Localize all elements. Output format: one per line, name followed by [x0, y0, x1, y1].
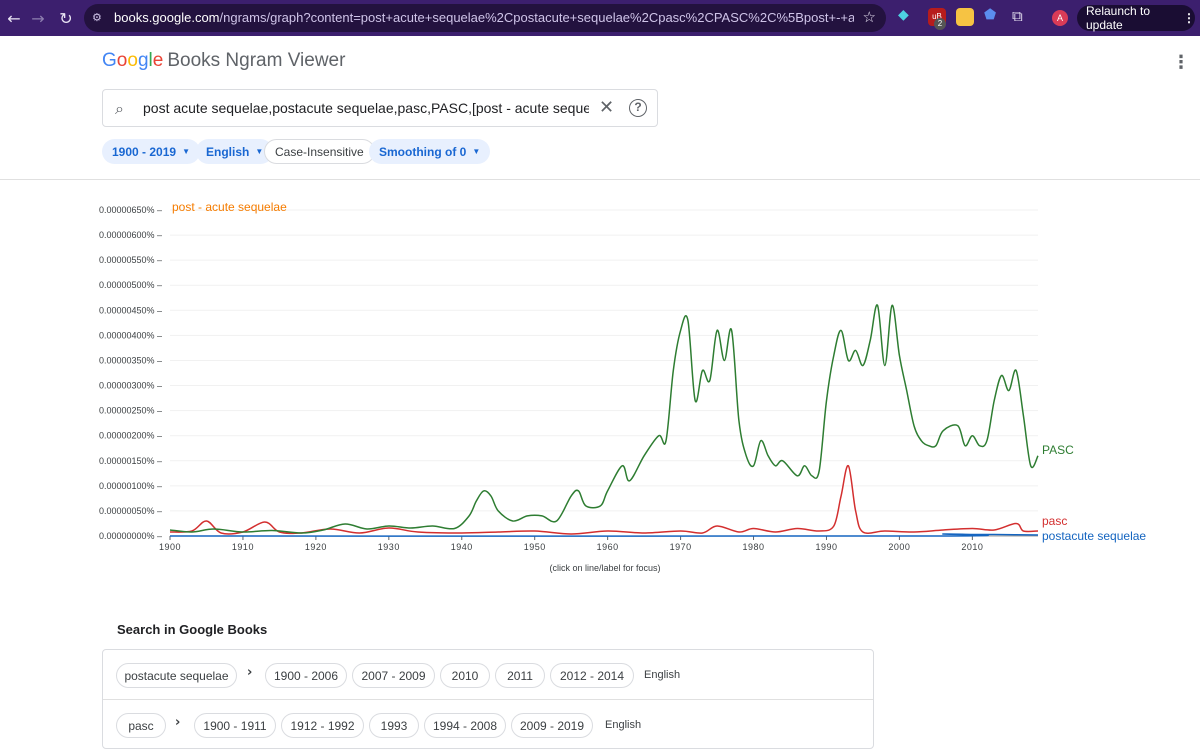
x-tick-label: 1910	[232, 542, 254, 552]
legend-label[interactable]: PASC	[1042, 443, 1074, 457]
product-name: Books Ngram Viewer	[167, 50, 346, 71]
x-tick-label: 1980	[743, 542, 765, 552]
caret-down-icon: ▼	[182, 147, 190, 156]
language-label: English	[206, 144, 250, 159]
language-label: English	[644, 669, 681, 681]
year-range-link[interactable]: 1900 - 2006	[265, 663, 347, 688]
year-range-link[interactable]: 1994 - 2008	[424, 713, 506, 738]
x-tick-label: 2000	[888, 542, 910, 552]
message-extension-icon[interactable]	[956, 8, 974, 26]
language-dropdown[interactable]: English ▼	[196, 139, 274, 164]
case-label: Case-Insensitive	[275, 144, 364, 159]
browser-toolbar: ← → ↻ ⚙ books.google.com/ngrams/graph?co…	[0, 0, 1200, 36]
x-tick-label: 1960	[597, 542, 619, 552]
legend-label[interactable]: postacute sequelae	[1042, 529, 1146, 543]
forward-arrow-icon[interactable]: →	[26, 6, 50, 30]
language-label: English	[605, 719, 642, 731]
y-tick-label: 0.00000450% –	[99, 305, 162, 315]
year-range-link[interactable]: 2010	[440, 663, 490, 688]
relaunch-to-update-button[interactable]: Relaunch to update ⋮	[1077, 4, 1195, 32]
profile-avatar[interactable]: A	[1052, 10, 1068, 26]
ngram-query-input[interactable]	[143, 100, 589, 116]
x-tick-label: 1930	[378, 542, 400, 552]
x-tick-label: 1900	[159, 542, 181, 552]
x-tick-label: 1940	[451, 542, 473, 552]
clear-icon[interactable]: ✕	[599, 97, 614, 118]
google-books-results: postacute sequelae › 1900 - 2006 2007 - …	[102, 649, 874, 749]
x-tick-label: 1920	[305, 542, 327, 552]
smoothing-dropdown[interactable]: Smoothing of 0 ▼	[369, 139, 491, 164]
site-info-icon[interactable]: ⚙	[92, 11, 106, 25]
result-row: postacute sequelae › 1900 - 2006 2007 - …	[103, 650, 873, 700]
year-range-link[interactable]: 2009 - 2019	[511, 713, 593, 738]
ngram-chart: 0.00000000% – 0.00000050% – 0.00000100% – 0…	[0, 190, 1200, 580]
case-insensitive-toggle[interactable]: Case-Insensitive	[264, 139, 375, 164]
term-chip[interactable]: postacute sequelae	[116, 663, 237, 688]
y-tick-label: 0.00000100% –	[99, 481, 162, 491]
x-tick-label: 1990	[815, 542, 837, 552]
extensions-puzzle-icon[interactable]: ⧉	[1012, 7, 1030, 25]
more-options-icon[interactable]: ⋮	[1172, 52, 1190, 73]
chart-focus-hint: (click on line/label for focus)	[549, 563, 661, 573]
relaunch-label: Relaunch to update	[1086, 4, 1151, 32]
back-arrow-icon[interactable]: ←	[2, 6, 26, 30]
year-range-label: 1900 - 2019	[112, 144, 177, 159]
header-divider	[0, 179, 1200, 180]
year-range-link[interactable]: 1900 - 1911	[194, 713, 276, 738]
year-range-link[interactable]: 2007 - 2009	[352, 663, 435, 688]
y-tick-label: 0.00000650% –	[99, 205, 162, 215]
y-tick-label: 0.00000250% –	[99, 406, 162, 416]
y-tick-label: 0.00000050% –	[99, 506, 162, 516]
y-tick-label: 0.00000400% –	[99, 330, 162, 340]
series-line-postacute-sequelae	[169, 533, 1039, 537]
y-tick-label: 0.00000350% –	[99, 355, 162, 365]
caret-down-icon: ▼	[255, 147, 264, 156]
x-tick-label: 1950	[524, 542, 546, 552]
year-range-link[interactable]: 2012 - 2014	[550, 663, 634, 688]
reload-icon[interactable]: ↻	[54, 6, 78, 30]
x-tick-label: 2010	[961, 542, 983, 552]
year-range-dropdown[interactable]: 1900 - 2019 ▼	[102, 139, 200, 164]
extension-badge: 2	[934, 18, 946, 30]
y-tick-label: 0.00000550% –	[99, 255, 162, 265]
series-line-pasc	[169, 304, 1039, 534]
google-logo: Google	[102, 50, 164, 71]
x-tick-label: 1970	[670, 542, 692, 552]
bookmark-star-icon[interactable]: ☆	[863, 8, 876, 26]
chevron-right-icon: ›	[247, 665, 253, 680]
y-tick-label: 0.00000600% –	[99, 230, 162, 240]
ngram-search-box: ⌕ ✕ ?	[102, 89, 658, 127]
menu-dots-icon: ⋮	[1183, 11, 1195, 25]
search-icon[interactable]: ⌕	[115, 99, 124, 119]
caret-down-icon: ▼	[472, 147, 481, 156]
year-range-link[interactable]: 2011	[495, 663, 545, 688]
chevron-right-icon: ›	[175, 715, 181, 730]
y-tick-label: 0.00000150% –	[99, 456, 162, 466]
shield-extension-icon[interactable]: ⬟	[984, 7, 1002, 25]
y-tick-label: 0.00000300% –	[99, 381, 162, 391]
gem-extension-icon[interactable]: ◆	[898, 7, 916, 25]
url-text[interactable]: books.google.com/ngrams/graph?content=po…	[114, 10, 854, 25]
address-bar[interactable]: ⚙ books.google.com/ngrams/graph?content=…	[84, 4, 886, 32]
year-range-link[interactable]: 1993	[369, 713, 419, 738]
legend-label[interactable]: pasc	[1042, 514, 1067, 528]
google-books-ngram-logo[interactable]: Google Books Ngram Viewer	[102, 50, 345, 72]
ngram-chart-svg: 0.00000000% – 0.00000050% – 0.00000100% – 0…	[99, 200, 1146, 552]
term-chip[interactable]: pasc	[116, 713, 166, 738]
legend-label[interactable]: post - acute sequelae	[172, 200, 287, 214]
smoothing-label: Smoothing of 0	[379, 144, 467, 159]
y-tick-label: 0.00000200% –	[99, 431, 162, 441]
result-row: pasc › 1900 - 1911 1912 - 1992 1993 1994…	[103, 700, 873, 750]
y-tick-label: 0.00000500% –	[99, 280, 162, 290]
year-range-link[interactable]: 1912 - 1992	[281, 713, 364, 738]
help-icon[interactable]: ?	[629, 99, 647, 117]
search-in-google-books-heading: Search in Google Books	[117, 622, 268, 637]
y-tick-label: 0.00000000% –	[99, 531, 162, 541]
